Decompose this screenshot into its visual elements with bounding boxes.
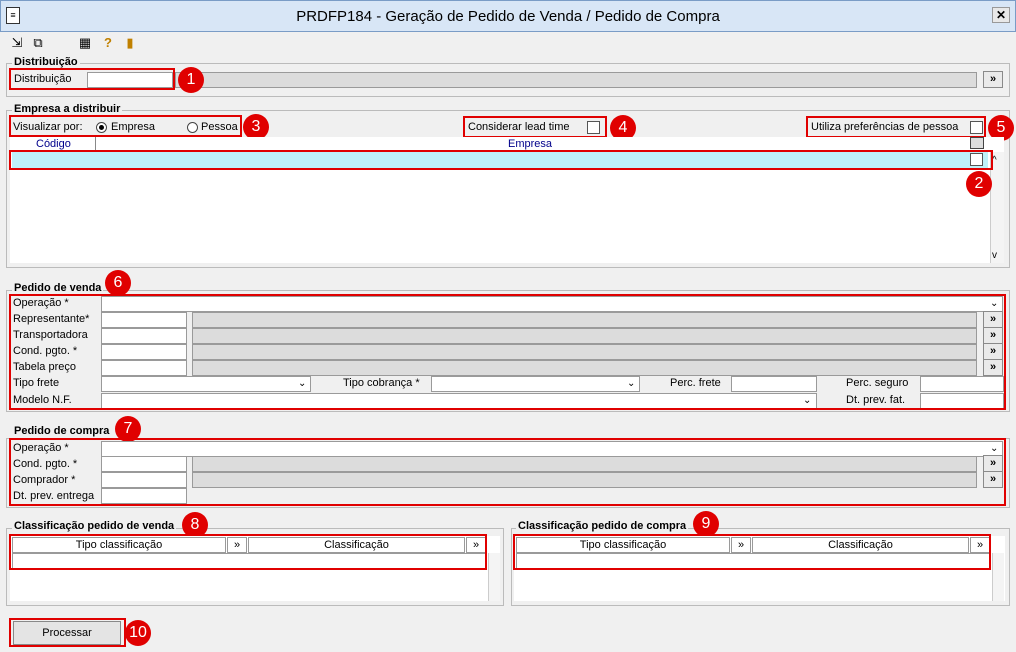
highlight-5 xyxy=(806,116,986,138)
class-compra-scrollbar[interactable] xyxy=(992,553,1004,601)
empresa-legend: Empresa a distribuir xyxy=(12,103,123,115)
highlight-10 xyxy=(9,618,126,647)
badge-1: 1 xyxy=(178,67,204,93)
highlight-1 xyxy=(9,68,175,90)
highlight-2 xyxy=(9,150,993,170)
badge-6: 6 xyxy=(105,270,131,296)
exit-icon[interactable]: ▮ xyxy=(122,35,138,51)
close-button[interactable]: ✕ xyxy=(992,7,1010,23)
distribuicao-legend: Distribuição xyxy=(12,56,80,68)
col-empresa-header[interactable]: Empresa xyxy=(508,138,552,150)
col-codigo-header[interactable]: Código xyxy=(36,138,71,150)
table-icon[interactable]: ▦ xyxy=(77,35,93,51)
badge-2: 2 xyxy=(966,171,992,197)
distribuicao-desc-field xyxy=(175,72,977,88)
window-title: PRDFP184 - Geração de Pedido de Venda / … xyxy=(296,8,720,25)
class-venda-scrollbar[interactable] xyxy=(488,553,500,601)
highlight-3 xyxy=(9,115,242,137)
highlight-4 xyxy=(463,116,607,138)
highlight-7 xyxy=(9,438,1006,506)
select-all-checkbox[interactable] xyxy=(970,137,984,149)
compra-legend: Pedido de compra xyxy=(12,425,112,437)
venda-legend: Pedido de venda xyxy=(12,282,104,294)
highlight-9 xyxy=(513,534,991,570)
copy-icon[interactable]: ⧉ xyxy=(30,35,46,51)
class-compra-legend: Classificação pedido de compra xyxy=(516,520,689,532)
export-icon[interactable]: ⇲ xyxy=(9,35,25,51)
class-venda-legend: Classificação pedido de venda xyxy=(12,520,177,532)
scroll-down-icon[interactable]: v xyxy=(992,250,997,261)
distribuicao-lookup-button[interactable]: » xyxy=(983,71,1003,88)
highlight-6 xyxy=(9,294,1006,410)
badge-10: 10 xyxy=(125,620,151,646)
help-icon[interactable]: ? xyxy=(100,35,116,51)
highlight-8 xyxy=(9,534,487,570)
